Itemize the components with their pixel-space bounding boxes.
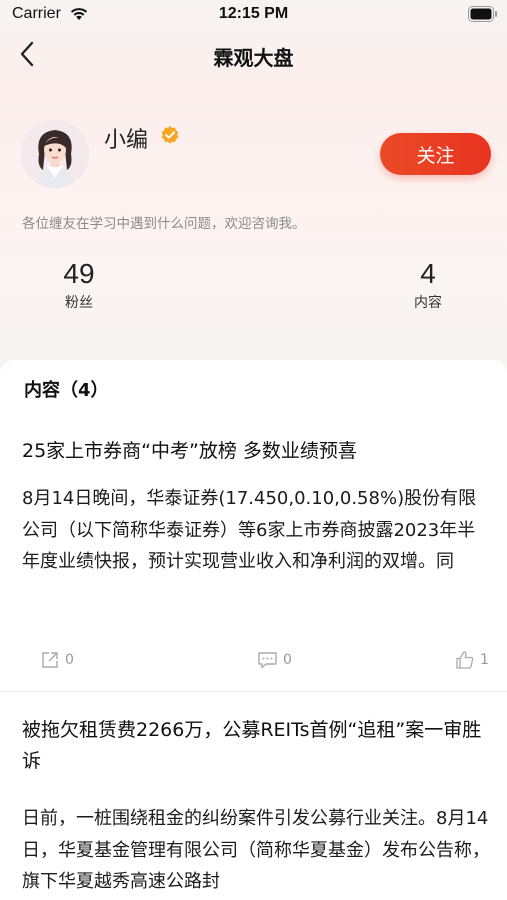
fans-stat[interactable]: 49 粉丝 (44, 258, 114, 312)
content-count: 4 (420, 258, 436, 289)
comment-button[interactable]: 0 (257, 650, 292, 670)
share-count: 0 (65, 652, 74, 668)
fans-count: 49 (63, 258, 95, 289)
content-section-title: 内容（4） (24, 380, 109, 401)
follow-button[interactable]: 关注 (380, 133, 491, 175)
username: 小编 (104, 128, 149, 153)
page-title: 霖观大盘 (213, 46, 294, 70)
article-summary[interactable]: 8月14日晚间，华泰证券(17.450,0.10,0.58%)股份有限公司（以下… (22, 483, 492, 578)
share-button[interactable]: 0 (40, 650, 74, 670)
verified-badge-icon (161, 126, 179, 144)
fans-label: 粉丝 (65, 295, 93, 311)
article-title[interactable]: 25家上市券商“中考”放榜 多数业绩预喜 (22, 436, 492, 467)
comment-count: 0 (283, 652, 292, 668)
content-card: 内容（4） 25家上市券商“中考”放榜 多数业绩预喜 8月14日晚间，华泰证券(… (0, 360, 507, 900)
article-summary[interactable]: 日前，一桩围绕租金的纠纷案件引发公募行业关注。8月14日，华夏基金管理有限公司（… (22, 803, 492, 898)
share-icon (42, 652, 58, 668)
status-bar: Carrier 12:15 PM (0, 0, 507, 30)
article-title[interactable]: 被拖欠租赁费2266万，公募REITs首例“追租”案一审胜诉 (22, 715, 492, 777)
avatar-illustration (21, 120, 89, 188)
comment-icon (258, 652, 277, 669)
avatar[interactable] (21, 120, 89, 188)
article-actions: 0 0 1 (0, 650, 507, 674)
like-count: 1 (480, 652, 489, 668)
thumbs-up-icon (456, 651, 474, 669)
content-stat[interactable]: 4 内容 (393, 258, 463, 312)
like-button[interactable]: 1 (455, 650, 489, 670)
navigation-bar: 霖观大盘 (0, 30, 507, 80)
profile-bio: 各位缠友在学习中遇到什么问题，欢迎咨询我。 (22, 216, 306, 232)
status-time: 12:15 PM (218, 5, 289, 22)
article-divider (0, 691, 507, 692)
battery-icon (468, 6, 497, 22)
content-label: 内容 (414, 295, 442, 311)
